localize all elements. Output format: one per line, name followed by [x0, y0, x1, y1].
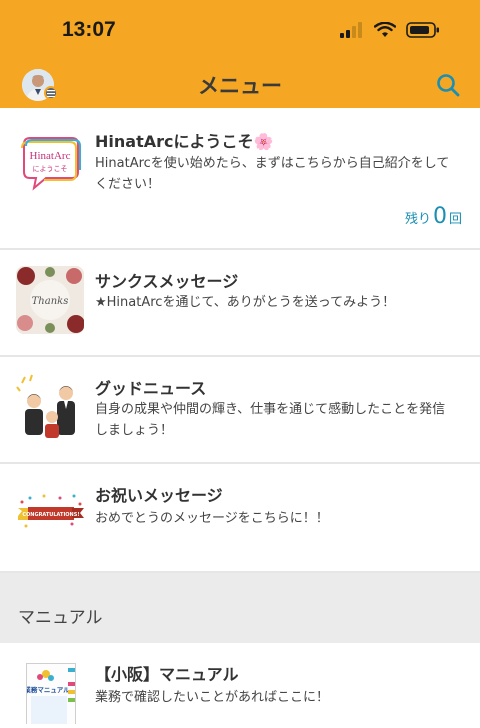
menu-item-description: HinatArcを使い始めたら、まずはこちらから自己紹介をしてください！: [95, 156, 450, 192]
menu-item-title: 【小阪】マニュアル: [95, 665, 239, 684]
menu-item-manual[interactable]: 業務マニュアル 【小阪】マニュアル 業務で確認したいことがあればここに！: [0, 643, 480, 724]
thanks-thumbnail: Thanks: [16, 266, 84, 334]
status-icons: [340, 22, 440, 38]
menu-item-title: サンクスメッセージ: [95, 272, 239, 291]
welcome-thumb-subtext: にようこそ: [33, 165, 68, 173]
section-header: マニュアル: [0, 573, 480, 643]
menu-item-welcome[interactable]: HinatArc にようこそ HinatArcにようこそ🌸 HinatArcを使…: [0, 108, 480, 250]
menu-item-title: お祝いメッセージ: [95, 486, 223, 505]
remaining-number: 0: [432, 204, 447, 229]
menu-item-description: おめでとうのメッセージをこちらに！！: [95, 511, 329, 526]
menu-item-description: ★HinatArcを通じて、ありがとうを送ってみよう！: [95, 295, 396, 310]
thanks-thumb-text: Thanks: [32, 296, 69, 307]
page-title: メニュー: [198, 74, 282, 98]
menu-item-thanks[interactable]: Thanks サンクスメッセージ ★HinatArcを通じて、ありがとうを送って…: [0, 250, 480, 357]
cellular-signal-icon: [340, 22, 362, 38]
welcome-thumb-text: HinatArc: [30, 150, 71, 162]
celebration-thumbnail: CONGRATULATIONS!: [16, 480, 84, 548]
remaining-prefix: 残り: [404, 212, 431, 227]
remaining-suffix: 回: [448, 212, 462, 227]
section-label: マニュアル: [18, 608, 103, 628]
menu-item-celebration[interactable]: CONGRATULATIONS! お祝いメッセージ おめでとうのメッセージをこち…: [0, 464, 480, 573]
menu-item-title: HinatArcにようこそ🌸: [95, 132, 274, 151]
status-time: 13:07: [62, 18, 116, 41]
wifi-icon: [374, 22, 396, 37]
battery-icon: [406, 22, 439, 38]
menu-item-description: 自身の成果や仲間の輝き、仕事を通じて感動したことを発信しましょう！: [95, 402, 446, 438]
manual-thumb-text: 業務マニュアル: [27, 685, 70, 694]
manual-thumbnail: 業務マニュアル: [23, 663, 76, 724]
app-header: 13:07 メニュー: [0, 0, 480, 108]
menu-item-description: 業務で確認したいことがあればここに！: [95, 690, 330, 705]
good-news-thumbnail: [16, 373, 84, 441]
welcome-thumbnail: HinatArc にようこそ: [16, 130, 84, 198]
remaining-count: 残り 0 回: [405, 204, 462, 229]
menu-item-good-news[interactable]: グッドニュース 自身の成果や仲間の輝き、仕事を通じて感動したことを発信しましょう…: [0, 357, 480, 464]
menu-item-title: グッドニュース: [95, 379, 207, 398]
search-icon[interactable]: [434, 71, 462, 99]
celebration-thumb-text: CONGRATULATIONS!: [22, 512, 79, 518]
